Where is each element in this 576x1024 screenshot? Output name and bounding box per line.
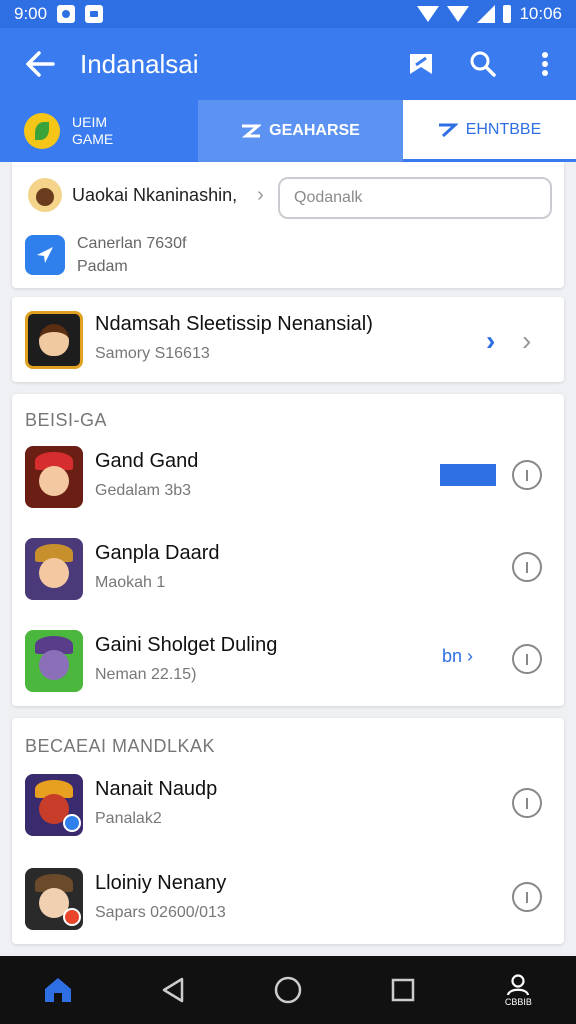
navigation-icon — [25, 235, 65, 275]
section-heading: BECAEAI MANDLKAK — [25, 736, 216, 756]
square-recents-icon — [391, 978, 415, 1002]
tab-middle[interactable]: GEAHARSE — [198, 100, 403, 162]
list-item[interactable]: Gand Gand Gedalam 3b3 — [12, 436, 564, 516]
info-icon[interactable] — [512, 644, 542, 674]
game-icon — [25, 446, 83, 508]
secondary-row[interactable]: Canerlan 7630f Padam — [25, 232, 186, 278]
wifi-icon — [417, 6, 440, 22]
game-title: Nanait Naudp — [95, 778, 218, 800]
game-subtitle: Neman 22.15) — [95, 666, 197, 683]
featured-card[interactable]: Ndamsah Sleetissip Nenansial) Samory S16… — [12, 297, 564, 382]
more-link-label: bn — [442, 646, 463, 666]
game-icon — [25, 774, 83, 836]
secondary-line1: Canerlan 7630f — [77, 235, 187, 252]
nav-home[interactable] — [0, 956, 115, 1024]
game-subtitle: Maokah 1 — [95, 574, 166, 591]
secondary-text: Canerlan 7630f Padam — [77, 232, 186, 278]
list-item[interactable]: Lloiniy Nenany Sapars 02600/013 — [12, 858, 564, 938]
section-list-1: BEISI-GA Gand Gand Gedalam 3b3 Ganpla Da… — [12, 394, 564, 706]
game-title: Gaini Sholget Duling — [95, 634, 278, 656]
page-title: Indanalsai — [80, 48, 199, 79]
bookmark-button[interactable] — [390, 28, 452, 100]
battery-icon — [503, 5, 512, 23]
section-heading: BEISI-GA — [25, 410, 108, 430]
nav-profile[interactable]: CBBIB — [461, 956, 576, 1024]
app-bar: Indanalsai — [0, 28, 576, 100]
info-icon[interactable] — [512, 788, 542, 818]
tab-game-label-line1: UEIM — [72, 114, 107, 130]
tab-game-label-line2: GAME — [72, 131, 114, 147]
status-time-right: 10:06 — [519, 4, 562, 23]
chevron-right-icon: › — [257, 183, 264, 206]
notification-icon — [57, 5, 76, 23]
game-icon — [25, 630, 83, 692]
circle-home-icon — [274, 976, 302, 1004]
tab-right-label: EHNTBBE — [465, 120, 542, 138]
tab-middle-label: GEAHARSE — [269, 122, 360, 139]
list-item[interactable]: Nanait Naudp Panalak2 — [12, 764, 564, 844]
person-icon — [507, 973, 530, 995]
info-icon[interactable] — [512, 882, 542, 912]
search-button[interactable] — [452, 28, 514, 100]
tab-right[interactable]: EHNTBBE — [403, 100, 576, 162]
section-list-2: BECAEAI MANDLKAK Nanait Naudp Panalak2 L… — [12, 718, 564, 944]
featured-title: Ndamsah Sleetissip Nenansial) — [95, 313, 373, 335]
featured-game-icon — [25, 311, 83, 369]
tab-game-label: UEIM GAME — [72, 114, 132, 148]
game-title: Ganpla Daard — [95, 542, 220, 564]
home-icon — [44, 978, 71, 1002]
bottom-nav-bar: CBBIB — [0, 956, 576, 1024]
game-subtitle: Gedalam 3b3 — [95, 482, 192, 499]
cell-signal-icon — [477, 5, 496, 23]
game-icon — [25, 538, 83, 600]
game-title: Gand Gand — [95, 450, 199, 472]
info-icon[interactable] — [512, 460, 542, 490]
info-icon[interactable] — [512, 552, 542, 582]
status-time-left: 9:00 — [14, 4, 48, 23]
tab-game[interactable]: UEIM GAME — [0, 100, 198, 162]
status-bar: 9:00 10:06 — [0, 0, 576, 28]
list-item[interactable]: Gaini Sholget Duling Neman 22.15) bn › — [12, 620, 564, 700]
arrow-left-icon — [26, 51, 55, 77]
overflow-menu-button[interactable] — [514, 28, 576, 100]
nav-home-circle[interactable] — [230, 956, 345, 1024]
more-vertical-icon — [542, 52, 548, 76]
map-flag-icon — [410, 54, 432, 74]
action-button[interactable] — [440, 464, 496, 486]
account-row[interactable]: Uaokai Nkaninashin, › — [28, 178, 264, 212]
pencil-icon — [438, 123, 458, 137]
account-name: Uaokai Nkaninashin, — [72, 184, 238, 205]
game-logo-icon — [24, 113, 60, 149]
game-subtitle: Sapars 02600/013 — [95, 904, 226, 921]
account-card: Uaokai Nkaninashin, › Canerlan 7630f Pad… — [12, 162, 564, 288]
game-subtitle: Panalak2 — [95, 810, 162, 827]
nav-profile-label: CBBIB — [504, 996, 532, 1007]
secondary-line2: Padam — [77, 258, 128, 275]
chevron-right-icon[interactable]: › — [486, 325, 495, 357]
more-link[interactable]: bn › — [442, 646, 473, 667]
list-item[interactable]: Ganpla Daard Maokah 1 — [12, 528, 564, 608]
tab-bar: UEIM GAME GEAHARSE EHNTBBE — [0, 100, 576, 162]
nav-recents[interactable] — [346, 956, 461, 1024]
chevron-right-icon: › — [462, 646, 474, 666]
search-icon — [470, 51, 496, 77]
nav-back[interactable] — [115, 956, 230, 1024]
chevron-right-icon[interactable]: › — [522, 325, 531, 357]
avatar — [28, 178, 62, 212]
notification-icon-2 — [85, 5, 104, 23]
featured-subtitle: Samory S16613 — [95, 345, 210, 362]
signal-icon — [447, 6, 470, 22]
back-button[interactable] — [0, 28, 80, 100]
game-icon — [25, 868, 83, 930]
triangle-back-icon — [162, 977, 184, 1003]
edit-icon — [242, 124, 262, 138]
badge-icon — [63, 814, 81, 832]
game-title: Lloiniy Nenany — [95, 872, 227, 894]
badge-icon — [63, 908, 81, 926]
search-input[interactable] — [278, 177, 552, 219]
